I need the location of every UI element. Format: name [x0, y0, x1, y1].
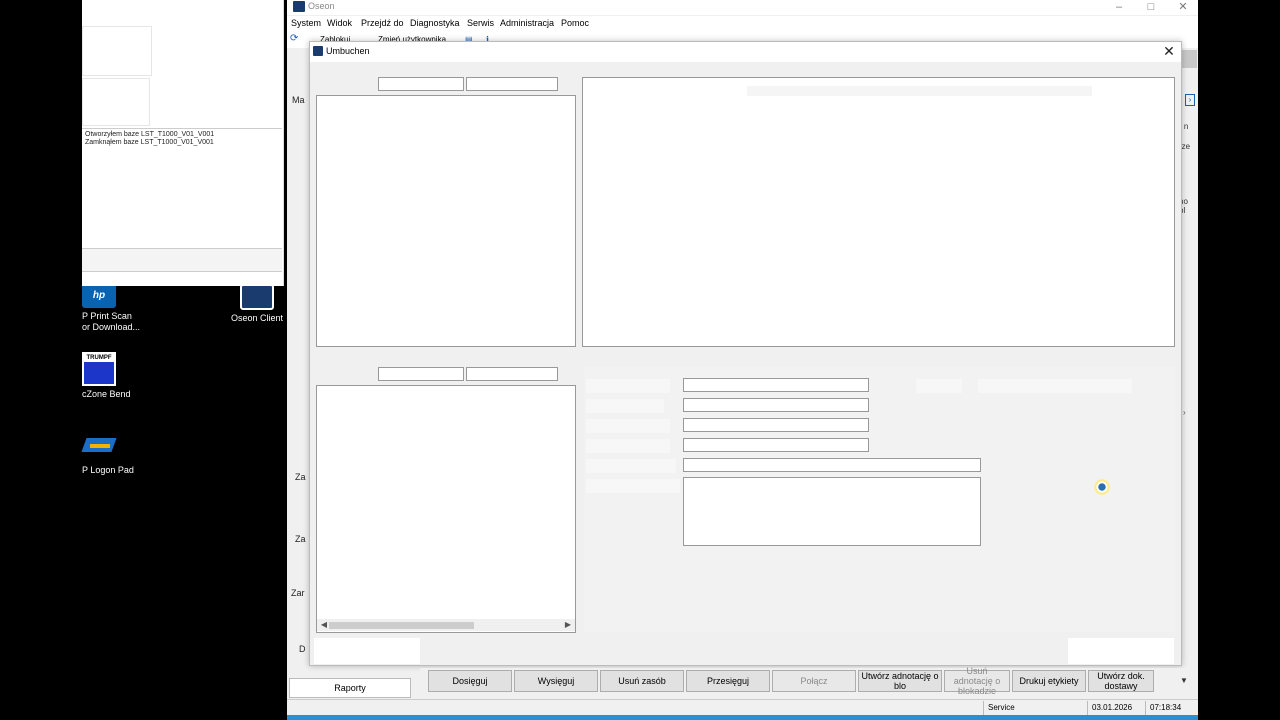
desktop-icon-label: P Logon Pad	[82, 465, 134, 475]
hp-icon: hp	[82, 284, 116, 308]
filter-input-bottom-1[interactable]	[378, 367, 464, 381]
scroll-left-icon[interactable]: ◀	[319, 619, 329, 631]
trumpf-brand-text: TRUMPF	[84, 354, 114, 362]
desktop-icon-label: Oseon Client	[230, 313, 284, 323]
minimize-button[interactable]: –	[1104, 0, 1134, 15]
field-label	[586, 419, 670, 433]
wysieguj-button[interactable]: Wysięguj	[514, 670, 598, 692]
print-labels-button[interactable]: Drukuj etykiety	[1012, 670, 1086, 692]
form-field-2[interactable]	[683, 398, 869, 412]
background-label: Za	[295, 472, 306, 482]
field-label	[586, 399, 664, 413]
dialog-footer-right	[1068, 638, 1174, 664]
reports-button[interactable]: Raporty	[289, 678, 411, 698]
background-label: Zar	[291, 588, 305, 598]
background-label: D	[299, 644, 306, 654]
menu-widok[interactable]: Widok	[327, 18, 352, 28]
umbuchen-dialog: Umbuchen ✕ ◀ ▶	[309, 41, 1182, 666]
action-button-bar: Dosięguj Wysięguj Usuń zasób Przesięguj …	[420, 666, 1196, 696]
form-field-4[interactable]	[683, 438, 869, 452]
field-label	[586, 479, 680, 493]
form-field-3[interactable]	[683, 418, 869, 432]
log-window-pane	[82, 26, 152, 76]
dialog-close-button[interactable]: ✕	[1161, 43, 1177, 59]
oseon-app-icon	[240, 284, 274, 310]
filter-input-top-1[interactable]	[378, 77, 464, 91]
menu-serwis[interactable]: Serwis	[467, 18, 494, 28]
taskbar	[287, 715, 1198, 720]
polacz-button[interactable]: Połącz	[772, 670, 856, 692]
maximize-button[interactable]: □	[1136, 0, 1166, 15]
source-details-panel[interactable]	[582, 77, 1175, 347]
menu-system[interactable]: System	[291, 18, 321, 28]
title-bar: Oseon – □ ✕	[287, 0, 1198, 15]
usun-zasob-button[interactable]: Usuń zasób	[600, 670, 684, 692]
desktop-icon-label: cZone Bend	[82, 389, 131, 399]
menu-diagnostyka[interactable]: Diagnostyka	[410, 18, 460, 28]
dosieguj-button[interactable]: Dosięguj	[428, 670, 512, 692]
log-line: Otworzyłem baze LST_T1000_V01_V001	[85, 131, 215, 138]
panel-header-strip	[747, 86, 1092, 96]
remove-block-annotation-button[interactable]: Usuń adnotację o blokadzie	[944, 666, 1010, 696]
scroll-right-icon[interactable]: ▶	[563, 619, 573, 631]
status-date: 03.01.2026	[1087, 701, 1141, 715]
trumpf-logo-icon: TRUMPF	[82, 352, 116, 386]
menu-administracja[interactable]: Administracja	[500, 18, 554, 28]
desktop-icon-tecZone-bend[interactable]: TRUMPF cZone Bend	[82, 352, 162, 400]
form-label-right	[916, 379, 962, 393]
field-label	[586, 379, 670, 393]
background-label: Ma	[292, 95, 305, 105]
filter-input-bottom-2[interactable]	[466, 367, 558, 381]
log-list: Otworzyłem baze LST_T1000_V01_V001 Zamkn…	[82, 128, 282, 246]
desktop-icon-label: or Download...	[82, 322, 141, 332]
window-title: Oseon	[308, 1, 335, 11]
dialog-footer-left	[314, 638, 420, 664]
create-block-annotation-button[interactable]: Utwórz adnotację o blo	[858, 670, 942, 692]
log-window: Otworzyłem baze LST_T1000_V01_V001 Zamkn…	[82, 0, 284, 286]
refresh-icon[interactable]: ⟳	[290, 33, 298, 44]
logon-pad-icon	[81, 436, 117, 462]
przesieguj-button[interactable]: Przesięguj	[686, 670, 770, 692]
expand-icon[interactable]: ›	[1185, 94, 1195, 106]
dialog-title-bar: Umbuchen ✕	[310, 42, 1181, 62]
status-user: Service	[983, 701, 1083, 715]
background-label: Za	[295, 534, 306, 544]
horizontal-scrollbar[interactable]: ◀ ▶	[317, 619, 575, 631]
scroll-right-icon[interactable]: ›	[1183, 408, 1186, 417]
log-line: Zamknąłem baze LST_T1000_V01_V001	[85, 139, 214, 146]
notes-textarea[interactable]	[683, 477, 981, 546]
desktop: hp P Print Scan or Download... Oseon Cli…	[0, 0, 1280, 720]
filter-input-top-2[interactable]	[466, 77, 558, 91]
menu-bar: System Widok Przejdź do Diagnostyka Serw…	[287, 16, 1198, 32]
menu-przejdz-do[interactable]: Przejdź do	[361, 18, 404, 28]
form-field-5[interactable]	[683, 458, 981, 472]
desktop-icon-logon-pad[interactable]: P Logon Pad	[81, 436, 162, 476]
mouse-cursor-highlight-icon	[1094, 479, 1110, 495]
desktop-icon-label: P Print Scan	[82, 311, 132, 321]
status-time: 07:18:34	[1145, 701, 1193, 715]
create-delivery-doc-button[interactable]: Utwórz dok. dostawy	[1088, 670, 1154, 692]
oseon-app-icon	[313, 46, 323, 56]
close-button[interactable]: ✕	[1168, 0, 1198, 15]
scrollbar-thumb[interactable]	[329, 622, 474, 629]
log-window-footer	[82, 248, 282, 272]
form-label-right	[978, 379, 1132, 393]
oseon-app-icon	[293, 1, 305, 12]
dialog-title: Umbuchen	[326, 46, 370, 56]
source-tree-panel[interactable]	[316, 95, 576, 347]
status-bar: Service 03.01.2026 07:18:34	[287, 699, 1198, 715]
desktop-icon-hp-print-scan[interactable]: hp P Print Scan or Download...	[82, 284, 162, 333]
desktop-icon-oseon-client[interactable]: Oseon Client	[217, 284, 297, 324]
field-label	[586, 459, 676, 473]
log-window-pane	[82, 78, 150, 126]
field-label	[586, 439, 670, 453]
menu-pomoc[interactable]: Pomoc	[561, 18, 589, 28]
target-tree-panel[interactable]: ◀ ▶	[316, 385, 576, 633]
form-field-1[interactable]	[683, 378, 869, 392]
dropdown-arrow-icon[interactable]: ▼	[1180, 676, 1188, 685]
